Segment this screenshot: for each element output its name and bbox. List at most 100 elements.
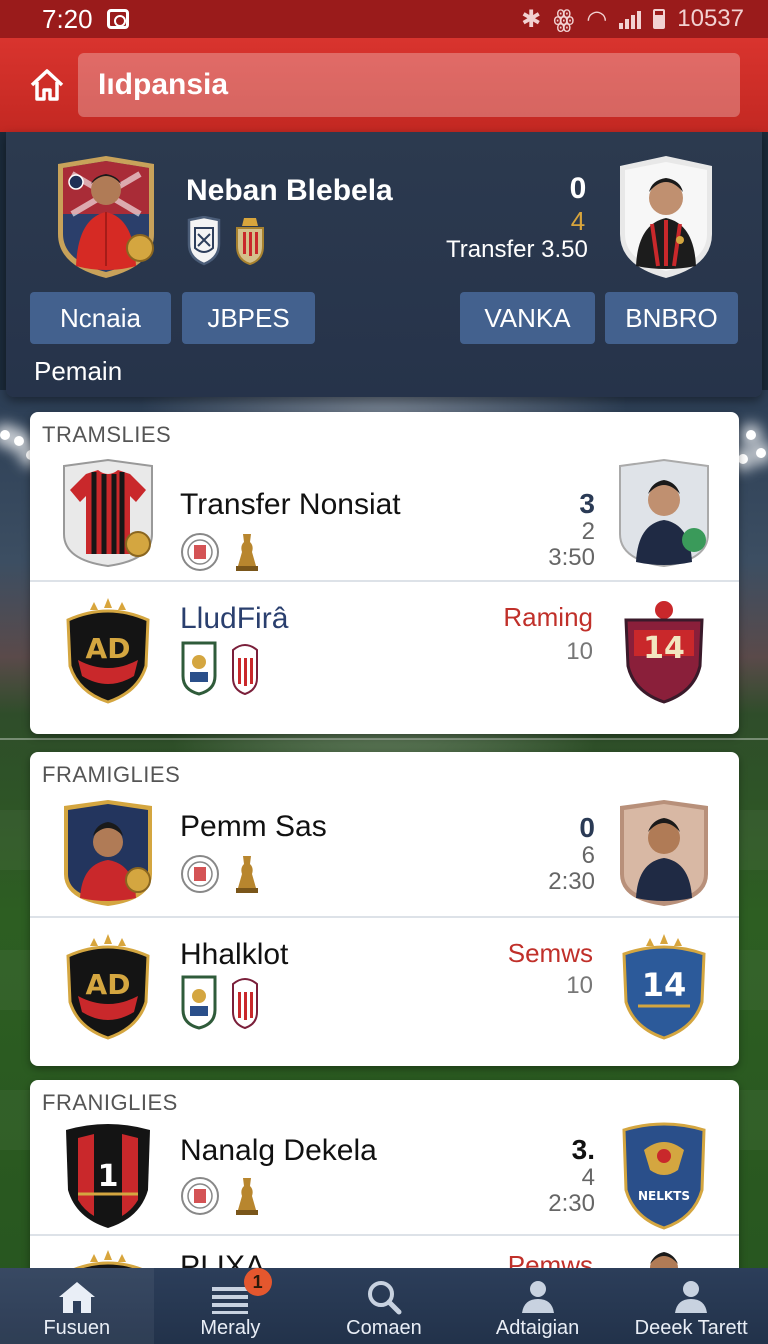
row-score-top: 0 [579,812,595,843]
user-icon [675,1281,708,1313]
club-crest-icon: 14 [622,934,706,1040]
player-avatar [620,800,708,906]
chip-jbpes[interactable]: JBPES [182,292,315,344]
club-badge-icon [181,855,219,893]
user-icon [521,1281,554,1313]
nav-item-profile[interactable]: Deeek Tarett [614,1268,768,1344]
bottom-navigation: Fusuen 1 Meraly Comaen Adtaigian Deeek T… [0,1268,768,1344]
app-header: Iıdpansia [0,38,768,132]
row-badges [180,640,260,696]
club-badge-icon [181,533,219,571]
score-top: 0 [569,172,587,205]
nav-item-menu[interactable]: 1 Meraly [154,1268,308,1344]
transfer-value: Transfer 3.50 [446,236,588,263]
home-icon [58,1282,95,1313]
bluetooth-icon: ✱ [521,5,542,33]
row-score-mid: 2 [581,518,595,545]
nav-label: Fusuen [43,1317,111,1339]
svg-text:1: 1 [98,1159,119,1194]
section-card-1: TRAMSLIES Transfer Nonsiat 3 2 3:50 AD L… [30,412,739,734]
status-time: 7:20 [42,3,93,34]
nav-label: Comaen [346,1317,422,1339]
chip-vanka[interactable]: VANKA [460,292,595,344]
row-title: LludFirâ [180,602,289,635]
row-title: Nanalg Dekela [180,1134,377,1167]
row-score-mid: 4 [581,1164,595,1191]
nav-item-home[interactable]: Fusuen [0,1268,154,1344]
nav-item-search[interactable]: Comaen [307,1268,461,1344]
row-time: 2:30 [548,1190,595,1217]
row-time: 2:30 [548,868,595,895]
battery-text: 10537 [677,5,744,32]
row-badges [180,974,260,1030]
trophy-icon [236,534,258,571]
section-card-2: FRAMIGLIES Pemm Sas 0 6 2:30 AD Hhalklot… [30,752,739,1066]
row-count: 10 [566,638,593,665]
battery-icon [653,9,666,29]
jersey-icon [63,458,153,568]
home-icon[interactable] [28,66,66,104]
club-crest-icon: AD [66,598,150,704]
player-avatar [64,800,152,906]
svg-text:14: 14 [643,631,685,666]
nav-item-account[interactable]: Adtaigian [461,1268,615,1344]
nav-label: Meraly [200,1317,261,1339]
row-time: 3:50 [548,544,595,571]
club-crest-icon: NELKTS [622,1122,706,1230]
wifi-icon: ◠ [586,5,608,33]
crest-badge-icon [232,978,258,1030]
chip-ncnaia[interactable]: Ncnaia [30,292,171,344]
notification-badge: 1 [243,1268,272,1296]
camera-icon [106,9,129,29]
shield-badge-icon [187,216,221,266]
crest-badge-icon [181,641,217,696]
stadium-lights-right [736,410,768,464]
club-crest-icon: AD [66,934,150,1040]
player-badges [186,216,266,266]
player-avatar-left[interactable] [52,154,160,280]
trophy-icon [236,856,258,893]
svg-text:NELKTS: NELKTS [638,1189,690,1203]
search-icon [367,1281,402,1315]
signal-icon [619,9,642,29]
row-status: Raming [503,602,593,632]
list-item[interactable]: Pemm Sas 0 6 2:30 [30,784,739,938]
player-avatar [619,458,709,568]
svg-text:AD: AD [86,632,131,665]
row-title: Hhalklot [180,938,289,971]
svg-text:14: 14 [642,966,687,1004]
row-title: Pemm Sas [180,810,327,843]
crest-badge-icon [232,644,258,696]
trophy-icon [236,1178,258,1215]
nav-label: Deeek Tarett [634,1317,748,1339]
row-score-top: 3 [579,488,595,519]
nav-label: Adtaigian [495,1317,580,1339]
row-badges [180,532,262,572]
row-score-mid: 6 [581,842,595,869]
svg-text:AD: AD [86,968,131,1001]
club-crest-icon: 1 [66,1124,150,1228]
featured-player-card[interactable]: Neban Blebela 0 4 Transfer 3.50 Ncnaia J… [6,132,762,397]
section-card-3: FRANIGLIES 1 Nanalg Dekela 3. 4 2:30 NEL… [30,1080,739,1280]
search-text: Iıdpansia [98,68,229,101]
list-item[interactable]: AD LludFirâ Raming 10 14 [30,580,739,734]
crest-badge-icon [236,218,264,266]
player-avatar-right[interactable] [612,154,720,280]
chip-bnbro[interactable]: BNBRO [605,292,738,344]
list-item[interactable]: Transfer Nonsiat 3 2 3:50 [30,444,739,598]
row-score-top: 3. [571,1134,595,1165]
player-name: Neban Blebela [186,174,393,207]
crest-badge-icon [181,975,217,1030]
row-count: 10 [566,972,593,999]
row-title: Transfer Nonsiat [180,488,401,521]
row-badges [180,854,262,894]
row-badges [180,1176,262,1216]
score-mid: 4 [570,206,586,236]
club-badge-icon [181,1177,219,1215]
list-item[interactable]: AD Hhalklot Semws 10 14 [30,916,739,1066]
row-status: Semws [507,938,593,968]
club-crest-icon: 14 [624,599,704,704]
search-input[interactable]: Iıdpansia [78,53,740,117]
status-bar: 7:20 ✱ ꙮ ◠ 10537 [0,0,768,38]
hero-subtitle: Pemain [34,356,123,386]
